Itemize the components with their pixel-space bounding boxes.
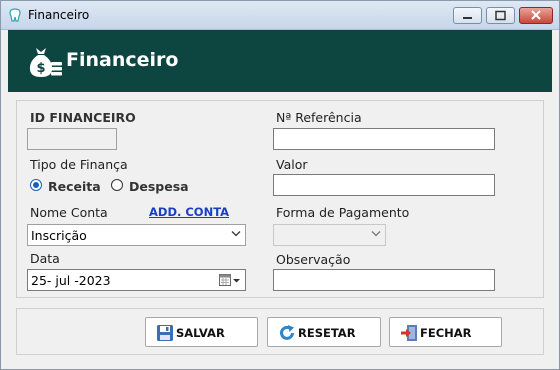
financeiro-window: Financeiro $ Financeiro ID FINANCEIRO Ti… bbox=[0, 0, 560, 370]
nome-conta-select[interactable]: Inscrição bbox=[27, 224, 246, 246]
title-bar[interactable]: Financeiro bbox=[1, 1, 559, 30]
valor-input[interactable] bbox=[273, 174, 495, 196]
maximize-button[interactable] bbox=[486, 7, 515, 24]
save-button[interactable]: SALVAR bbox=[145, 317, 258, 347]
window-title: Financeiro bbox=[28, 8, 90, 22]
forma-pagamento-label: Forma de Pagamento bbox=[276, 205, 410, 220]
id-financeiro-label: ID FINANCEIRO bbox=[30, 110, 136, 125]
data-date-picker[interactable]: 25- jul -2023 bbox=[27, 269, 246, 291]
valor-label: Valor bbox=[276, 157, 308, 172]
chevron-down-icon bbox=[231, 231, 241, 237]
exit-door-icon bbox=[401, 325, 417, 341]
save-icon bbox=[157, 325, 173, 341]
observacao-input[interactable] bbox=[273, 269, 495, 291]
minimize-icon bbox=[463, 17, 472, 19]
add-conta-link[interactable]: ADD. CONTA bbox=[149, 205, 229, 219]
despesa-radio[interactable] bbox=[111, 179, 123, 191]
minimize-button[interactable] bbox=[453, 7, 482, 24]
tipo-financa-label: Tipo de Finança bbox=[30, 157, 128, 172]
observacao-label: Observação bbox=[276, 252, 351, 267]
receita-radio-label[interactable]: Receita bbox=[48, 179, 101, 194]
forma-pagamento-select[interactable] bbox=[273, 224, 386, 246]
refresh-icon bbox=[280, 325, 294, 340]
despesa-radio-label[interactable]: Despesa bbox=[129, 179, 189, 194]
chevron-down-icon bbox=[371, 231, 381, 237]
data-label: Data bbox=[30, 251, 60, 266]
tooth-app-icon bbox=[9, 8, 21, 22]
referencia-input[interactable] bbox=[273, 128, 495, 150]
close-icon bbox=[531, 10, 541, 20]
close-button[interactable]: FECHAR bbox=[389, 317, 502, 347]
referencia-label: Nª Referência bbox=[276, 110, 362, 125]
close-window-button[interactable] bbox=[519, 7, 553, 24]
receita-radio[interactable] bbox=[30, 179, 42, 191]
reset-button[interactable]: RESETAR bbox=[267, 317, 381, 347]
page-header: $ Financeiro bbox=[8, 30, 552, 92]
svg-text:$: $ bbox=[36, 61, 45, 76]
id-financeiro-field bbox=[27, 128, 117, 150]
page-title: Financeiro bbox=[66, 49, 179, 71]
nome-conta-label: Nome Conta bbox=[30, 205, 108, 220]
calendar-icon[interactable] bbox=[219, 274, 241, 287]
money-bag-icon: $ bbox=[29, 48, 62, 77]
maximize-icon bbox=[495, 10, 506, 21]
